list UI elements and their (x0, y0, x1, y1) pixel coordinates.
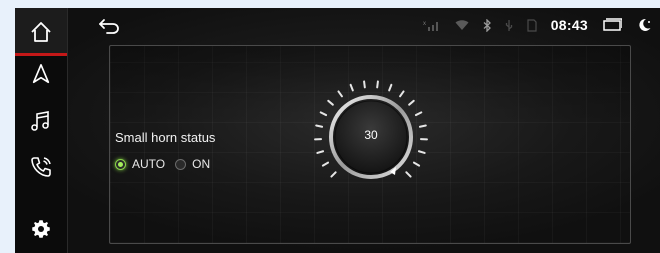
horn-status-label: Small horn status (115, 130, 216, 145)
head-unit-screen: x 08:43 Small horn status AUTO ON 30 (15, 8, 660, 253)
knob-tick (315, 124, 324, 128)
phone-icon (31, 157, 51, 177)
knob-tick (405, 171, 412, 178)
window-icon[interactable] (602, 18, 622, 32)
radio-selected-icon (115, 158, 126, 170)
music-note-icon (31, 111, 49, 131)
radio-label-auto: AUTO (132, 157, 166, 171)
knob-tick (376, 80, 379, 89)
bluetooth-icon (483, 18, 491, 32)
clock-time: 08:43 (550, 17, 588, 33)
sidebar-item-home[interactable] (15, 8, 67, 56)
knob-tick (321, 161, 330, 167)
signal-icon: x (423, 21, 438, 31)
status-bar: x 08:43 (68, 8, 660, 42)
knob-tick (414, 111, 423, 117)
usb-icon (505, 19, 512, 31)
knob-tick (363, 80, 366, 89)
knob-tick (408, 99, 415, 106)
horn-settings-panel: Small horn status AUTO ON 30 (109, 45, 631, 244)
knob-tick (337, 90, 343, 98)
sidebar (15, 8, 68, 253)
sidebar-item-navigation[interactable] (15, 50, 67, 98)
knob-tick (349, 83, 354, 92)
navigation-arrow-icon (32, 64, 50, 84)
sidebar-item-music[interactable] (15, 97, 67, 145)
volume-knob[interactable]: 30 (308, 74, 434, 200)
sidebar-item-phone[interactable] (15, 143, 67, 191)
knob-value: 30 (364, 128, 378, 142)
main-area: x 08:43 Small horn status AUTO ON 30 (68, 8, 660, 253)
knob-tick (319, 111, 328, 117)
radio-unselected-icon (175, 158, 187, 170)
back-button[interactable] (96, 15, 122, 37)
svg-text:x: x (423, 21, 426, 27)
radio-option-auto[interactable]: AUTO (115, 157, 165, 171)
sd-card-icon (527, 18, 537, 32)
knob-tick (399, 90, 405, 98)
night-mode-icon[interactable] (636, 17, 652, 33)
wifi-icon (455, 20, 469, 30)
knob-tick (330, 171, 337, 178)
gear-icon (32, 220, 50, 238)
knob-tick (417, 150, 426, 154)
back-arrow-icon (99, 19, 119, 34)
sidebar-item-settings[interactable] (15, 205, 67, 253)
horn-status-options: AUTO ON (115, 157, 210, 171)
status-icons: x 08:43 (423, 8, 652, 42)
knob-tick (418, 124, 427, 128)
knob-tick (327, 99, 334, 106)
radio-label-on: ON (192, 157, 211, 171)
knob-tick (316, 150, 325, 154)
radio-option-on[interactable]: ON (175, 157, 210, 171)
home-icon (31, 22, 51, 42)
knob-tick (412, 161, 421, 167)
knob-tick (388, 83, 393, 92)
